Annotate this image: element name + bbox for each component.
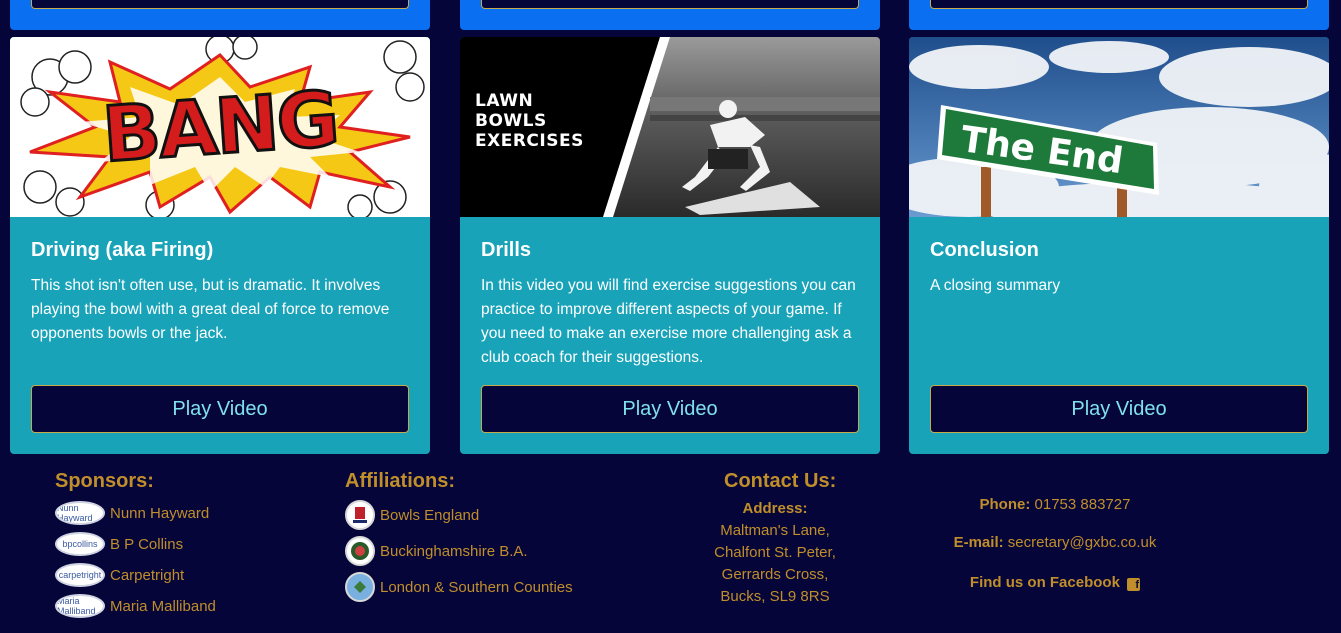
sponsor-label: Maria Malliband xyxy=(110,597,216,615)
bang-thumbnail: BANG xyxy=(10,37,430,217)
carpetright-logo: carpetright xyxy=(55,563,105,587)
video-card-conclusion: The End Conclusion A closing summary Pla… xyxy=(909,37,1329,454)
facebook-icon: f xyxy=(1127,578,1141,591)
sponsor-link-carpetright[interactable]: carpetright Carpetright xyxy=(55,563,184,587)
previous-play-button-1[interactable] xyxy=(31,0,409,9)
sponsors-heading: Sponsors: xyxy=(55,470,154,492)
address-line: Chalfont St. Peter, xyxy=(714,544,836,561)
phone-number[interactable]: 01753 883727 xyxy=(1035,496,1131,513)
phone-label: Phone: xyxy=(979,496,1031,513)
affiliation-link-bowls-england[interactable]: Bowls England xyxy=(345,500,479,530)
affiliation-link-london-southern[interactable]: London & Southern Counties xyxy=(345,572,573,602)
affiliation-label: London & Southern Counties xyxy=(380,578,573,596)
email-row: E-mail: secretary@gxbc.co.uk xyxy=(930,534,1180,551)
maria-malliband-logo: Maria Malliband xyxy=(55,594,105,618)
lawn-bowls-thumbnail: LAWN BOWLS EXERCISES xyxy=(460,37,880,217)
card-title: Conclusion xyxy=(930,239,1039,261)
thumb-line-3: EXERCISES xyxy=(475,131,584,151)
london-southern-logo xyxy=(345,572,375,602)
address-label: Address: xyxy=(742,500,808,517)
video-card-drills: LAWN BOWLS EXERCISES Drills In this vide… xyxy=(460,37,880,454)
card-description: A closing summary xyxy=(930,277,1061,294)
sponsor-label: B P Collins xyxy=(110,535,184,553)
contact-address: Address: Maltman's Lane, Chalfont St. Pe… xyxy=(700,498,850,608)
affiliation-label: Bowls England xyxy=(380,506,480,524)
the-end-thumbnail: The End xyxy=(909,37,1329,217)
previous-card-2 xyxy=(460,0,880,30)
card-title: Drills xyxy=(481,239,532,261)
play-video-button[interactable]: Play Video xyxy=(31,385,409,433)
buckinghamshire-logo xyxy=(345,536,375,566)
play-video-button[interactable]: Play Video xyxy=(481,385,859,433)
sponsor-link-bp-collins[interactable]: bpcollins B P Collins xyxy=(55,532,183,556)
address-line: Gerrards Cross, xyxy=(721,566,829,583)
phone-row: Phone: 01753 883727 xyxy=(930,496,1180,513)
previous-card-1 xyxy=(10,0,430,30)
previous-play-button-2[interactable] xyxy=(481,0,859,9)
play-video-button[interactable]: Play Video xyxy=(930,385,1308,433)
email-label: E-mail: xyxy=(953,534,1004,551)
bowls-england-logo xyxy=(345,500,375,530)
email-link[interactable]: secretary@gxbc.co.uk xyxy=(1008,534,1157,551)
card-description: In this video you will find exercise sug… xyxy=(481,277,856,366)
sponsor-link-maria-malliband[interactable]: Maria Malliband Maria Malliband xyxy=(55,594,216,618)
previous-play-button-3[interactable] xyxy=(930,0,1308,9)
bp-collins-logo: bpcollins xyxy=(55,532,105,556)
facebook-link[interactable]: Find us on Facebook f xyxy=(930,574,1180,591)
sponsor-label: Carpetright xyxy=(110,566,185,584)
previous-card-3 xyxy=(909,0,1329,30)
thumb-line-2: BOWLS xyxy=(475,111,547,131)
affiliations-heading: Affiliations: xyxy=(345,470,455,492)
nunn-hayward-logo: Nunn Hayward xyxy=(55,501,105,525)
thumb-line-1: LAWN xyxy=(475,91,534,111)
card-description: This shot isn't often use, but is dramat… xyxy=(31,277,390,342)
sponsor-label: Nunn Hayward xyxy=(110,504,210,522)
affiliation-link-buckinghamshire[interactable]: Buckinghamshire B.A. xyxy=(345,536,528,566)
facebook-label: Find us on Facebook xyxy=(969,574,1120,591)
affiliation-label: Buckinghamshire B.A. xyxy=(380,542,528,560)
address-line: Bucks, SL9 8RS xyxy=(720,588,830,605)
card-title: Driving (aka Firing) xyxy=(31,239,214,261)
address-line: Maltman's Lane, xyxy=(720,522,830,539)
video-card-driving: BANG Driving (aka Firing) This shot isn'… xyxy=(10,37,430,454)
sponsor-link-nunn-hayward[interactable]: Nunn Hayward Nunn Hayward xyxy=(55,501,209,525)
contact-heading: Contact Us: xyxy=(724,470,837,492)
